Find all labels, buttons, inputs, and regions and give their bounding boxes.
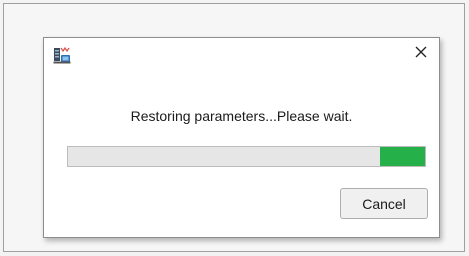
close-button[interactable] — [408, 42, 434, 66]
progress-fill — [380, 147, 425, 166]
progress-dialog: Restoring parameters...Please wait. Canc… — [43, 37, 440, 238]
progress-bar — [67, 146, 426, 167]
app-network-icon — [53, 46, 71, 64]
cancel-button[interactable]: Cancel — [340, 188, 428, 219]
close-icon — [415, 45, 427, 63]
status-message: Restoring parameters...Please wait. — [130, 108, 353, 124]
